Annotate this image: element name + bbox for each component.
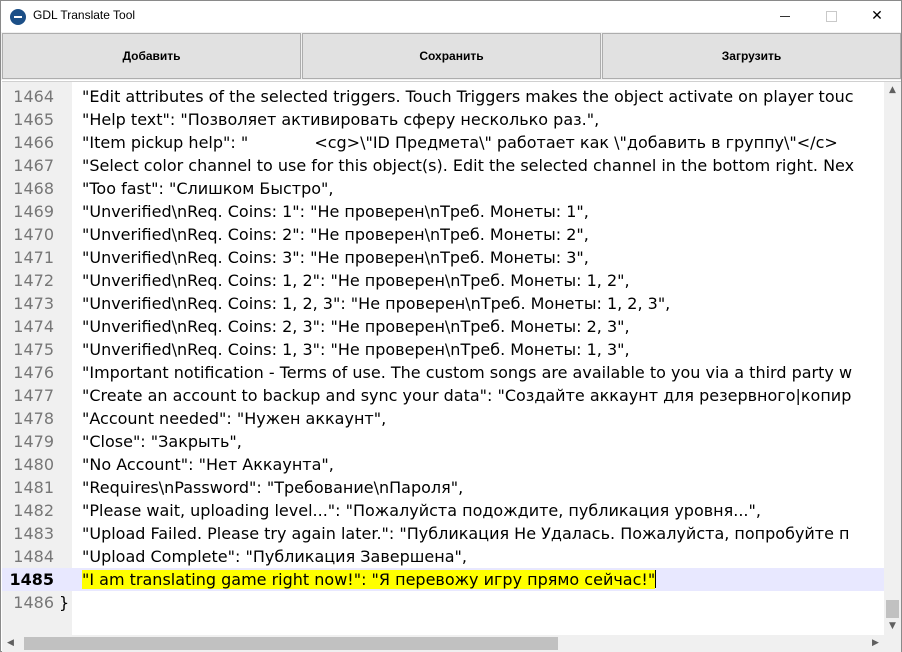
horizontal-scrollbar[interactable]: ◀ ▶ bbox=[2, 635, 884, 652]
add-button[interactable]: Добавить bbox=[2, 33, 301, 79]
line-number: 1464 bbox=[13, 87, 54, 106]
code-text: "Edit attributes of the selected trigger… bbox=[82, 87, 854, 106]
code-line[interactable]: 1480 "No Account": "Нет Аккаунта", bbox=[2, 453, 884, 476]
vertical-scroll-thumb[interactable] bbox=[886, 600, 899, 618]
code-text: "Unverified\nReq. Coins: 2, 3": "Не пров… bbox=[82, 317, 630, 336]
code-text: "Too fast": "Слишком Быстро", bbox=[82, 179, 334, 198]
line-number: 1465 bbox=[13, 110, 54, 129]
code-line[interactable]: 1485 "I am translating game right now!": … bbox=[2, 568, 884, 591]
code-text: "Help text": "Позволяет активировать сфе… bbox=[82, 110, 600, 129]
code-text: "No Account": "Нет Аккаунта", bbox=[82, 455, 334, 474]
line-number: 1482 bbox=[13, 501, 54, 520]
code-line[interactable]: 1477 "Create an account to backup and syn… bbox=[2, 384, 884, 407]
code-line[interactable]: 1486} bbox=[2, 591, 884, 614]
code-line[interactable]: 1476 "Important notification - Terms of u… bbox=[2, 361, 884, 384]
line-number: 1475 bbox=[13, 340, 54, 359]
window-title: GDL Translate Tool bbox=[33, 8, 136, 22]
code-line[interactable]: 1482 "Please wait, uploading level...": "… bbox=[2, 499, 884, 522]
scroll-up-icon[interactable]: ▲ bbox=[884, 82, 901, 99]
title-bar[interactable]: GDL Translate Tool ✕ bbox=[1, 1, 901, 32]
line-number: 1474 bbox=[13, 317, 54, 336]
code-text: "Unverified\nReq. Coins: 3": "Не провере… bbox=[82, 248, 589, 267]
scrollbar-corner bbox=[884, 635, 901, 652]
code-text: "Unverified\nReq. Coins: 1, 3": "Не пров… bbox=[82, 340, 630, 359]
line-number: 1472 bbox=[13, 271, 54, 290]
line-number: 1469 bbox=[13, 202, 54, 221]
toolbar: Добавить Сохранить Загрузить bbox=[1, 32, 901, 80]
code-text: "Unverified\nReq. Coins: 1, 2": "Не пров… bbox=[82, 271, 630, 290]
line-number: 1480 bbox=[13, 455, 54, 474]
code-text: "Close": "Закрыть", bbox=[82, 432, 242, 451]
text-caret bbox=[655, 570, 657, 588]
close-icon: ✕ bbox=[871, 8, 883, 24]
code-text: "Unverified\nReq. Coins: 1, 2, 3": "Не п… bbox=[82, 294, 671, 313]
line-number: 1471 bbox=[13, 248, 54, 267]
minimize-icon bbox=[780, 16, 790, 17]
line-number: 1467 bbox=[13, 156, 54, 175]
scroll-right-icon[interactable]: ▶ bbox=[867, 635, 884, 652]
line-number: 1481 bbox=[13, 478, 54, 497]
closing-brace: } bbox=[59, 593, 70, 612]
code-line[interactable]: 1478 "Account needed": "Нужен аккаунт", bbox=[2, 407, 884, 430]
code-line[interactable]: 1484 "Upload Complete": "Публикация Завер… bbox=[2, 545, 884, 568]
line-number: 1479 bbox=[13, 432, 54, 451]
maximize-button[interactable] bbox=[808, 1, 854, 32]
vertical-scrollbar[interactable]: ▲ ▼ bbox=[884, 82, 901, 635]
code-text: "Unverified\nReq. Coins: 1": "Не провере… bbox=[82, 202, 589, 221]
code-line[interactable]: 1466 "Item pickup help": " <cg>\"ID Предм… bbox=[2, 131, 884, 154]
horizontal-scroll-thumb[interactable] bbox=[24, 637, 558, 650]
code-line[interactable]: 1475 "Unverified\nReq. Coins: 1, 3": "Не … bbox=[2, 338, 884, 361]
line-number: 1470 bbox=[13, 225, 54, 244]
highlighted-text: "I am translating game right now!": "Я п… bbox=[82, 570, 656, 589]
code-text: "Upload Failed. Please try again later."… bbox=[82, 524, 850, 543]
code-line[interactable]: 1474 "Unverified\nReq. Coins: 2, 3": "Не … bbox=[2, 315, 884, 338]
code-line[interactable]: 1465 "Help text": "Позволяет активировать… bbox=[2, 108, 884, 131]
code-line[interactable]: 1473 "Unverified\nReq. Coins: 1, 2, 3": "… bbox=[2, 292, 884, 315]
code-text: "Create an account to backup and sync yo… bbox=[82, 386, 852, 405]
line-number: 1486 bbox=[13, 593, 54, 612]
close-button[interactable]: ✕ bbox=[854, 1, 900, 32]
code-text: "Important notification - Terms of use. … bbox=[82, 363, 853, 382]
code-line[interactable]: 1481 "Requires\nPassword": "Требование\nП… bbox=[2, 476, 884, 499]
scroll-left-icon[interactable]: ◀ bbox=[2, 635, 19, 652]
line-number: 1485 bbox=[9, 570, 54, 589]
code-text: "Unverified\nReq. Coins: 2": "Не провере… bbox=[82, 225, 589, 244]
code-editor[interactable]: 1464 "Edit attributes of the selected tri… bbox=[2, 81, 901, 652]
app-icon bbox=[10, 9, 26, 25]
code-text: "Item pickup help": " <cg>\"ID Предмета\… bbox=[82, 133, 838, 152]
save-button[interactable]: Сохранить bbox=[302, 33, 601, 79]
line-number: 1483 bbox=[13, 524, 54, 543]
load-button[interactable]: Загрузить bbox=[602, 33, 901, 79]
minimize-button[interactable] bbox=[762, 1, 808, 32]
line-number: 1466 bbox=[13, 133, 54, 152]
code-text: "Upload Complete": "Публикация Завершена… bbox=[82, 547, 467, 566]
maximize-icon bbox=[826, 11, 837, 22]
code-text: "I am translating game right now!": "Я п… bbox=[82, 568, 657, 591]
line-number: 1477 bbox=[13, 386, 54, 405]
line-number: 1476 bbox=[13, 363, 54, 382]
code-text: "Account needed": "Нужен аккаунт", bbox=[82, 409, 387, 428]
code-text: "Requires\nPassword": "Требование\nПарол… bbox=[82, 478, 464, 497]
code-line[interactable]: 1470 "Unverified\nReq. Coins: 2": "Не про… bbox=[2, 223, 884, 246]
line-number: 1473 bbox=[13, 294, 54, 313]
code-line[interactable]: 1472 "Unverified\nReq. Coins: 1, 2": "Не … bbox=[2, 269, 884, 292]
code-line[interactable]: 1468 "Too fast": "Слишком Быстро", bbox=[2, 177, 884, 200]
app-window: GDL Translate Tool ✕ Добавить Сохранить … bbox=[0, 0, 902, 652]
line-number: 1484 bbox=[13, 547, 54, 566]
line-number: 1478 bbox=[13, 409, 54, 428]
scroll-down-icon[interactable]: ▼ bbox=[884, 618, 901, 635]
code-text: "Please wait, uploading level...": "Пожа… bbox=[82, 501, 761, 520]
code-line[interactable]: 1479 "Close": "Закрыть", bbox=[2, 430, 884, 453]
code-line[interactable]: 1469 "Unverified\nReq. Coins: 1": "Не про… bbox=[2, 200, 884, 223]
code-text: "Select color channel to use for this ob… bbox=[82, 156, 855, 175]
code-line[interactable]: 1483 "Upload Failed. Please try again lat… bbox=[2, 522, 884, 545]
line-number: 1468 bbox=[13, 179, 54, 198]
code-line[interactable]: 1464 "Edit attributes of the selected tri… bbox=[2, 85, 884, 108]
code-line[interactable]: 1471 "Unverified\nReq. Coins: 3": "Не про… bbox=[2, 246, 884, 269]
code-line[interactable]: 1467 "Select color channel to use for thi… bbox=[2, 154, 884, 177]
